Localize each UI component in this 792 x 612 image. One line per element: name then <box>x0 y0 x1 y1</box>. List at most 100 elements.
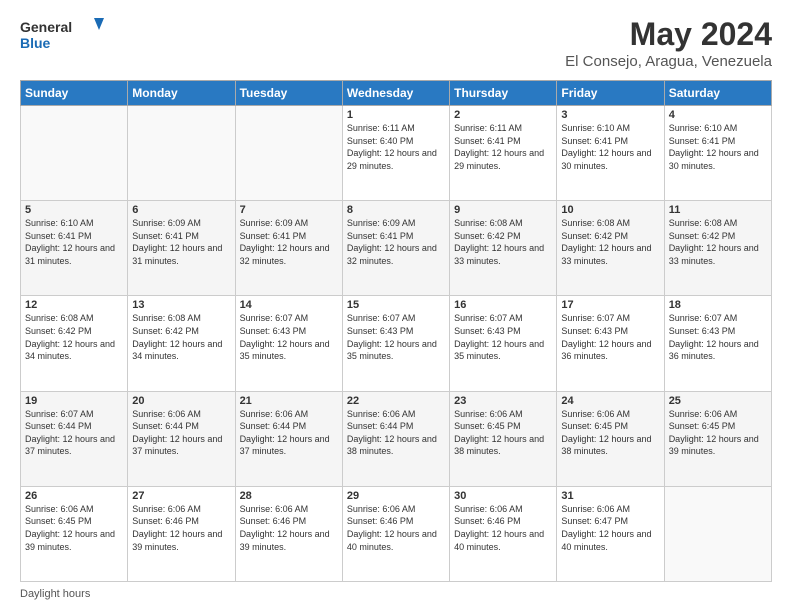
day-number: 11 <box>669 204 767 216</box>
weekday-header-friday: Friday <box>557 81 664 106</box>
day-cell-20: 20 Sunrise: 6:06 AMSunset: 6:44 PMDaylig… <box>128 391 235 486</box>
day-number: 29 <box>347 490 445 502</box>
day-cell-29: 29 Sunrise: 6:06 AMSunset: 6:46 PMDaylig… <box>342 486 449 581</box>
day-info: Sunrise: 6:06 AMSunset: 6:47 PMDaylight:… <box>561 504 651 552</box>
day-info: Sunrise: 6:09 AMSunset: 6:41 PMDaylight:… <box>347 218 437 266</box>
day-cell-2: 2 Sunrise: 6:11 AMSunset: 6:41 PMDayligh… <box>450 106 557 201</box>
day-cell-10: 10 Sunrise: 6:08 AMSunset: 6:42 PMDaylig… <box>557 201 664 296</box>
header: General Blue May 2024 El Consejo, Aragua… <box>20 16 772 70</box>
day-cell-23: 23 Sunrise: 6:06 AMSunset: 6:45 PMDaylig… <box>450 391 557 486</box>
day-number: 31 <box>561 490 659 502</box>
day-number: 17 <box>561 299 659 311</box>
day-number: 26 <box>25 490 123 502</box>
day-number: 5 <box>25 204 123 216</box>
footer-note: Daylight hours <box>20 588 772 600</box>
empty-cell <box>21 106 128 201</box>
day-info: Sunrise: 6:06 AMSunset: 6:44 PMDaylight:… <box>240 409 330 457</box>
day-info: Sunrise: 6:08 AMSunset: 6:42 PMDaylight:… <box>25 313 115 361</box>
day-number: 3 <box>561 109 659 121</box>
weekday-header-sunday: Sunday <box>21 81 128 106</box>
day-cell-4: 4 Sunrise: 6:10 AMSunset: 6:41 PMDayligh… <box>664 106 771 201</box>
day-cell-3: 3 Sunrise: 6:10 AMSunset: 6:41 PMDayligh… <box>557 106 664 201</box>
day-info: Sunrise: 6:11 AMSunset: 6:40 PMDaylight:… <box>347 123 437 171</box>
day-info: Sunrise: 6:10 AMSunset: 6:41 PMDaylight:… <box>25 218 115 266</box>
svg-text:General: General <box>20 19 72 35</box>
weekday-header-row: SundayMondayTuesdayWednesdayThursdayFrid… <box>21 81 772 106</box>
day-number: 21 <box>240 395 338 407</box>
day-number: 14 <box>240 299 338 311</box>
day-number: 10 <box>561 204 659 216</box>
day-cell-12: 12 Sunrise: 6:08 AMSunset: 6:42 PMDaylig… <box>21 296 128 391</box>
day-info: Sunrise: 6:07 AMSunset: 6:43 PMDaylight:… <box>240 313 330 361</box>
day-info: Sunrise: 6:08 AMSunset: 6:42 PMDaylight:… <box>132 313 222 361</box>
day-cell-8: 8 Sunrise: 6:09 AMSunset: 6:41 PMDayligh… <box>342 201 449 296</box>
day-info: Sunrise: 6:07 AMSunset: 6:43 PMDaylight:… <box>347 313 437 361</box>
day-info: Sunrise: 6:08 AMSunset: 6:42 PMDaylight:… <box>454 218 544 266</box>
day-number: 4 <box>669 109 767 121</box>
day-info: Sunrise: 6:08 AMSunset: 6:42 PMDaylight:… <box>561 218 651 266</box>
day-info: Sunrise: 6:06 AMSunset: 6:45 PMDaylight:… <box>669 409 759 457</box>
week-row-2: 5 Sunrise: 6:10 AMSunset: 6:41 PMDayligh… <box>21 201 772 296</box>
day-cell-28: 28 Sunrise: 6:06 AMSunset: 6:46 PMDaylig… <box>235 486 342 581</box>
day-number: 19 <box>25 395 123 407</box>
day-cell-25: 25 Sunrise: 6:06 AMSunset: 6:45 PMDaylig… <box>664 391 771 486</box>
day-info: Sunrise: 6:08 AMSunset: 6:42 PMDaylight:… <box>669 218 759 266</box>
day-cell-24: 24 Sunrise: 6:06 AMSunset: 6:45 PMDaylig… <box>557 391 664 486</box>
weekday-header-monday: Monday <box>128 81 235 106</box>
day-info: Sunrise: 6:06 AMSunset: 6:46 PMDaylight:… <box>347 504 437 552</box>
day-info: Sunrise: 6:06 AMSunset: 6:46 PMDaylight:… <box>454 504 544 552</box>
week-row-1: 1 Sunrise: 6:11 AMSunset: 6:40 PMDayligh… <box>21 106 772 201</box>
day-info: Sunrise: 6:06 AMSunset: 6:45 PMDaylight:… <box>454 409 544 457</box>
weekday-header-thursday: Thursday <box>450 81 557 106</box>
day-cell-11: 11 Sunrise: 6:08 AMSunset: 6:42 PMDaylig… <box>664 201 771 296</box>
day-cell-16: 16 Sunrise: 6:07 AMSunset: 6:43 PMDaylig… <box>450 296 557 391</box>
day-number: 9 <box>454 204 552 216</box>
day-cell-1: 1 Sunrise: 6:11 AMSunset: 6:40 PMDayligh… <box>342 106 449 201</box>
page: General Blue May 2024 El Consejo, Aragua… <box>0 0 792 612</box>
day-cell-13: 13 Sunrise: 6:08 AMSunset: 6:42 PMDaylig… <box>128 296 235 391</box>
day-info: Sunrise: 6:06 AMSunset: 6:44 PMDaylight:… <box>132 409 222 457</box>
day-cell-18: 18 Sunrise: 6:07 AMSunset: 6:43 PMDaylig… <box>664 296 771 391</box>
day-cell-15: 15 Sunrise: 6:07 AMSunset: 6:43 PMDaylig… <box>342 296 449 391</box>
day-info: Sunrise: 6:09 AMSunset: 6:41 PMDaylight:… <box>132 218 222 266</box>
day-number: 1 <box>347 109 445 121</box>
weekday-header-saturday: Saturday <box>664 81 771 106</box>
calendar-table: SundayMondayTuesdayWednesdayThursdayFrid… <box>20 80 772 582</box>
day-info: Sunrise: 6:07 AMSunset: 6:43 PMDaylight:… <box>561 313 651 361</box>
day-number: 23 <box>454 395 552 407</box>
weekday-header-wednesday: Wednesday <box>342 81 449 106</box>
day-number: 24 <box>561 395 659 407</box>
day-cell-22: 22 Sunrise: 6:06 AMSunset: 6:44 PMDaylig… <box>342 391 449 486</box>
day-info: Sunrise: 6:06 AMSunset: 6:44 PMDaylight:… <box>347 409 437 457</box>
day-info: Sunrise: 6:10 AMSunset: 6:41 PMDaylight:… <box>561 123 651 171</box>
day-cell-26: 26 Sunrise: 6:06 AMSunset: 6:45 PMDaylig… <box>21 486 128 581</box>
logo-icon: General Blue <box>20 16 110 56</box>
day-info: Sunrise: 6:06 AMSunset: 6:45 PMDaylight:… <box>25 504 115 552</box>
day-number: 8 <box>347 204 445 216</box>
empty-cell <box>235 106 342 201</box>
day-number: 27 <box>132 490 230 502</box>
week-row-3: 12 Sunrise: 6:08 AMSunset: 6:42 PMDaylig… <box>21 296 772 391</box>
day-info: Sunrise: 6:06 AMSunset: 6:46 PMDaylight:… <box>240 504 330 552</box>
day-cell-30: 30 Sunrise: 6:06 AMSunset: 6:46 PMDaylig… <box>450 486 557 581</box>
subtitle: El Consejo, Aragua, Venezuela <box>565 53 772 70</box>
day-number: 6 <box>132 204 230 216</box>
logo: General Blue <box>20 16 110 56</box>
day-number: 18 <box>669 299 767 311</box>
day-info: Sunrise: 6:09 AMSunset: 6:41 PMDaylight:… <box>240 218 330 266</box>
day-cell-9: 9 Sunrise: 6:08 AMSunset: 6:42 PMDayligh… <box>450 201 557 296</box>
day-cell-21: 21 Sunrise: 6:06 AMSunset: 6:44 PMDaylig… <box>235 391 342 486</box>
day-number: 22 <box>347 395 445 407</box>
logo-svg: General Blue <box>20 16 110 56</box>
day-number: 30 <box>454 490 552 502</box>
day-number: 13 <box>132 299 230 311</box>
day-cell-14: 14 Sunrise: 6:07 AMSunset: 6:43 PMDaylig… <box>235 296 342 391</box>
day-cell-19: 19 Sunrise: 6:07 AMSunset: 6:44 PMDaylig… <box>21 391 128 486</box>
day-cell-6: 6 Sunrise: 6:09 AMSunset: 6:41 PMDayligh… <box>128 201 235 296</box>
main-title: May 2024 <box>565 16 772 53</box>
day-info: Sunrise: 6:11 AMSunset: 6:41 PMDaylight:… <box>454 123 544 171</box>
title-block: May 2024 El Consejo, Aragua, Venezuela <box>565 16 772 70</box>
week-row-5: 26 Sunrise: 6:06 AMSunset: 6:45 PMDaylig… <box>21 486 772 581</box>
day-cell-27: 27 Sunrise: 6:06 AMSunset: 6:46 PMDaylig… <box>128 486 235 581</box>
day-info: Sunrise: 6:07 AMSunset: 6:43 PMDaylight:… <box>454 313 544 361</box>
